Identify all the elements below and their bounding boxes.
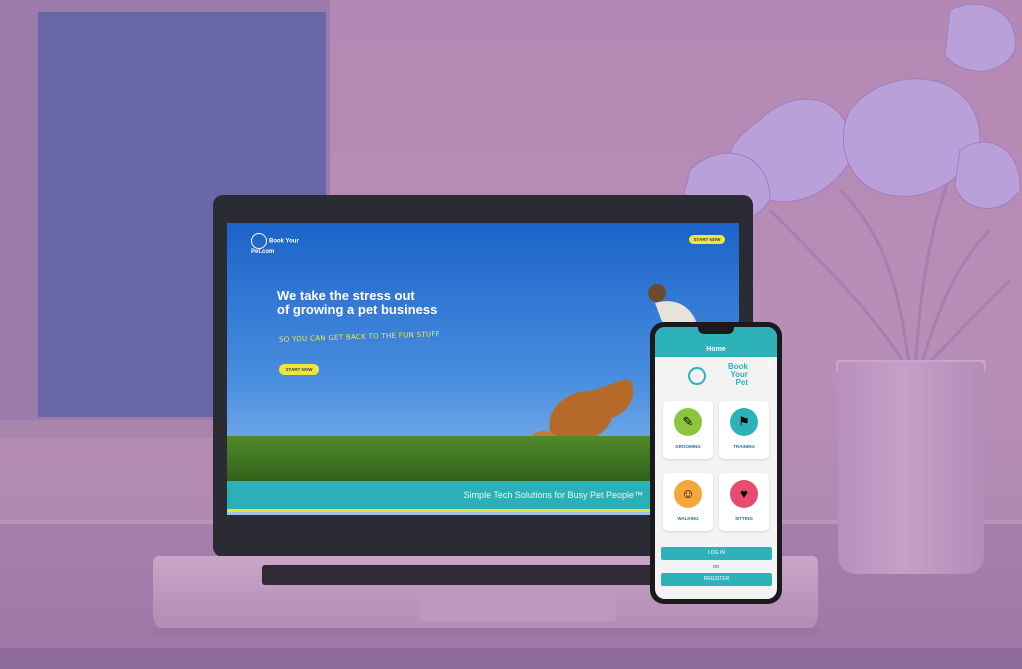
tile-grooming-label: GROOMING: [675, 444, 701, 449]
hero-headline: We take the stress out of growing a pet …: [277, 289, 537, 317]
walking-icon: ☺: [674, 480, 702, 508]
tile-sitting[interactable]: ♥ SITTING: [719, 473, 769, 531]
tile-training[interactable]: ⚑ TRAINING: [719, 401, 769, 459]
or-divider: OR: [712, 564, 720, 569]
laptop-trackpad: [420, 592, 616, 622]
dog-photo: [532, 379, 634, 441]
start-now-button[interactable]: START NOW: [279, 364, 319, 375]
plant-pot: [838, 362, 984, 574]
desk-front: [0, 648, 1022, 669]
headline-line-1: We take the stress out: [277, 288, 415, 303]
header-start-button[interactable]: START NOW: [689, 235, 725, 244]
hero-tagline: SO YOU CAN GET BACK TO THE FUN STUFF: [278, 330, 441, 344]
laptop-base-lip: [150, 628, 821, 636]
tile-walking[interactable]: ☺ WALKING: [663, 473, 713, 531]
tile-sitting-label: SITTING: [735, 516, 753, 521]
share-icon[interactable]: <: [767, 344, 771, 390]
phone-notch: [698, 327, 734, 334]
laptop-keyboard: [262, 565, 708, 585]
login-button[interactable]: LOG IN: [661, 547, 772, 560]
dog-logo-icon: [688, 367, 706, 385]
phone-app-screen: Home < Book Your Pet ✎ GROOMING ⚑ TRAINI…: [655, 327, 777, 599]
tile-training-label: TRAINING: [733, 444, 755, 449]
paw-logo-icon: [251, 233, 267, 249]
site-logo[interactable]: Book Your Pet.com: [251, 233, 301, 255]
grooming-icon: ✎: [674, 408, 702, 436]
app-logo: Book Your Pet: [688, 363, 748, 391]
tile-grooming[interactable]: ✎ GROOMING: [663, 401, 713, 459]
tile-walking-label: WALKING: [677, 516, 699, 521]
training-icon: ⚑: [730, 408, 758, 436]
register-button[interactable]: REGISTER: [661, 573, 772, 586]
app-title: Home: [706, 346, 726, 353]
sitting-icon: ♥: [730, 480, 758, 508]
headline-line-2: of growing a pet business: [277, 302, 438, 317]
